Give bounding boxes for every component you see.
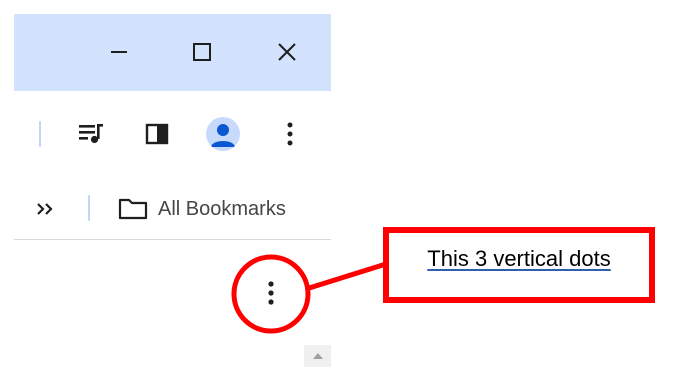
maximize-button[interactable]: [184, 36, 220, 68]
double-chevron-right-icon: [37, 203, 53, 215]
scroll-up-arrow-icon: [312, 353, 323, 359]
minimize-icon: [111, 51, 127, 53]
title-bar: [14, 14, 331, 91]
side-panel-button[interactable]: [142, 119, 172, 149]
media-controls-button[interactable]: [76, 119, 106, 149]
annotation-label: This 3 vertical dots: [427, 246, 611, 271]
more-vertical-dots-icon: [268, 281, 274, 305]
toolbar: [14, 91, 331, 179]
close-icon: [278, 43, 296, 61]
side-panel-icon: [145, 123, 169, 145]
annotation-callout: This 3 vertical dots: [383, 227, 655, 303]
bookmarks-separator: [88, 195, 90, 221]
bookmarks-bar: All Bookmarks: [14, 179, 331, 240]
toolbar-separator: [39, 121, 41, 147]
all-bookmarks-button[interactable]: All Bookmarks: [118, 195, 286, 223]
maximize-icon: [193, 43, 211, 61]
browser-window: All Bookmarks: [14, 14, 331, 367]
profile-button[interactable]: [206, 117, 240, 151]
bookmarks-overflow-button[interactable]: [32, 199, 58, 219]
media-playlist-icon: [79, 124, 103, 144]
close-button[interactable]: [269, 36, 305, 68]
page-menu-button[interactable]: [258, 275, 284, 311]
more-vertical-dots-icon: [287, 122, 293, 146]
minimize-button[interactable]: [101, 36, 137, 68]
folder-icon: [118, 198, 148, 220]
scrollbar-up-button[interactable]: [304, 345, 331, 367]
profile-avatar-icon: [211, 124, 235, 147]
all-bookmarks-label: All Bookmarks: [158, 197, 286, 220]
browser-menu-button[interactable]: [275, 119, 305, 149]
